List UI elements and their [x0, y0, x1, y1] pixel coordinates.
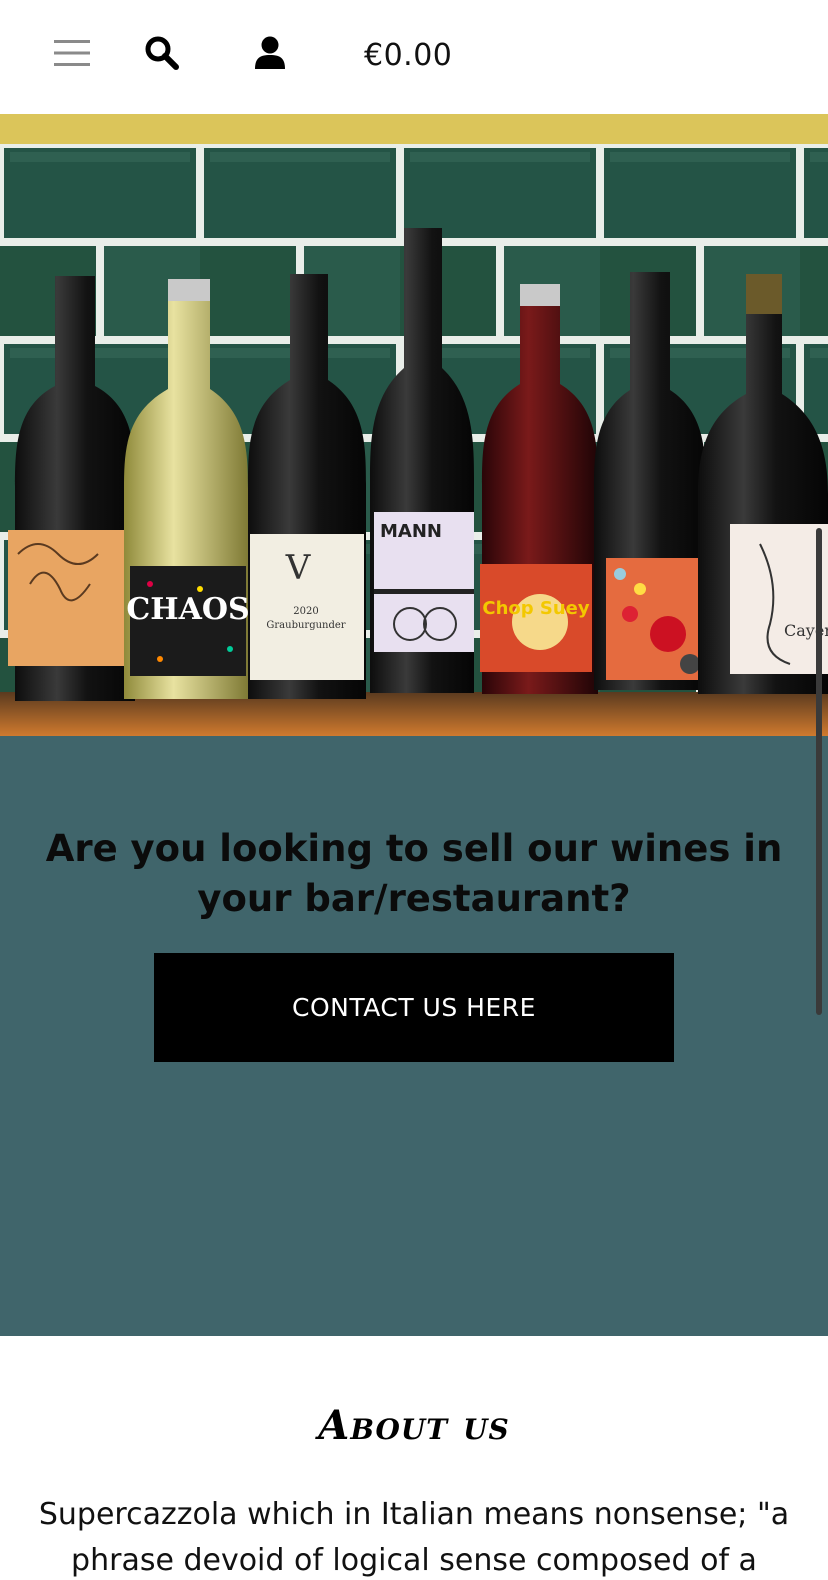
contact-us-button[interactable]: CONTACT US HERE [154, 953, 674, 1062]
bottle-label-text: 2020 [293, 606, 318, 617]
about-section: About us Supercazzola which in Italian m… [0, 1336, 828, 1580]
about-title: About us [318, 1402, 510, 1449]
menu-button[interactable] [50, 30, 94, 80]
bottle-label-text: Chop Suey [482, 598, 590, 619]
cart-total[interactable]: €0.00 [364, 34, 452, 78]
search-icon [144, 35, 180, 75]
wholesale-section: Are you looking to sell our wines in you… [0, 736, 828, 1336]
user-icon [254, 36, 286, 74]
about-text: Supercazzola which in Italian means nons… [38, 1497, 790, 1578]
bottle-label-text: MANN [380, 521, 442, 542]
page-scrollbar[interactable] [816, 528, 822, 1015]
hamburger-menu-icon [54, 39, 90, 71]
svg-text:V: V [285, 548, 312, 588]
search-button[interactable] [138, 30, 186, 80]
site-header: €0.00 [0, 0, 828, 114]
wholesale-heading: Are you looking to sell our wines in you… [45, 827, 783, 920]
bottle-label-text: CHAOS [126, 592, 249, 627]
hero-image: CHAOS V 2020 Grauburgunder MANN Chop Sue… [0, 144, 828, 736]
accent-bar [0, 114, 828, 144]
bottle-label-text: Grauburgunder [266, 620, 345, 631]
account-button[interactable] [246, 30, 294, 80]
